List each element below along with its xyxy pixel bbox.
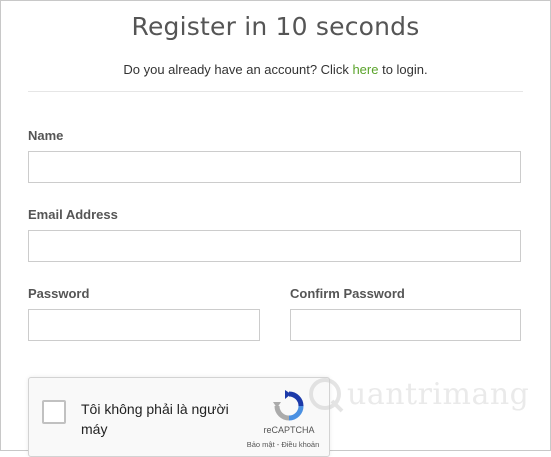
email-input[interactable] — [28, 230, 521, 262]
recaptcha-widget: Tôi không phải là người máy reCAPTCHA Bả… — [28, 377, 330, 457]
header-divider — [28, 91, 523, 92]
login-prompt: Do you already have an account? Click he… — [0, 62, 551, 77]
recaptcha-checkbox-label: Tôi không phải là người máy — [81, 401, 229, 437]
login-prompt-text-after: to login. — [378, 62, 428, 77]
recaptcha-terms-link[interactable]: Bảo mật - Điều khoản — [235, 440, 331, 449]
page-title: Register in 10 seconds — [131, 12, 420, 41]
email-label: Email Address — [28, 207, 118, 222]
password-input[interactable] — [28, 309, 260, 341]
password-label: Password — [28, 286, 90, 301]
login-link[interactable]: here — [352, 62, 378, 77]
confirm-password-label: Confirm Password — [290, 286, 405, 301]
name-input[interactable] — [28, 151, 521, 183]
recaptcha-checkbox[interactable] — [42, 400, 66, 424]
recaptcha-logo-icon — [273, 390, 304, 421]
name-label: Name — [28, 128, 64, 143]
login-prompt-text-before: Do you already have an account? Click — [123, 62, 353, 77]
confirm-password-input[interactable] — [290, 309, 521, 341]
recaptcha-brand: reCAPTCHA — [263, 425, 315, 435]
